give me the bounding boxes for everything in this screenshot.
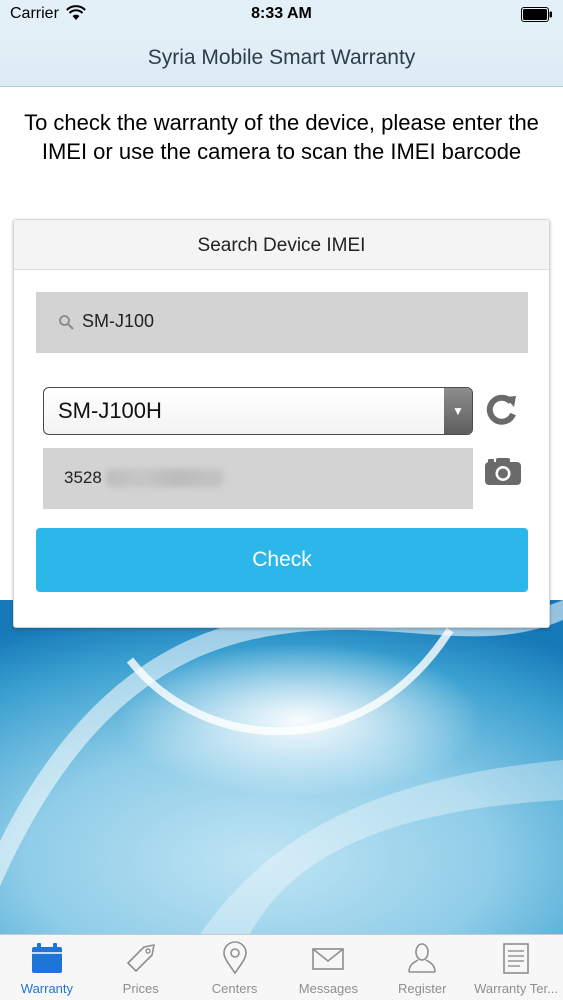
imei-input[interactable]: 3528 — [43, 448, 473, 509]
imei-blurred-digits — [106, 469, 224, 487]
tab-label: Warranty — [20, 981, 74, 996]
tab-register[interactable]: Register — [375, 935, 469, 1000]
price-tag-icon — [126, 944, 155, 972]
tab-prices[interactable]: Prices — [94, 935, 188, 1000]
tab-messages[interactable]: Messages — [281, 935, 375, 1000]
status-time: 8:33 AM — [251, 5, 312, 22]
model-select-value: SM-J100H — [58, 398, 162, 423]
user-icon — [408, 943, 437, 973]
status-bar: Carrier 8:33 AM — [0, 0, 563, 30]
swoosh-graphic — [0, 600, 563, 934]
model-select[interactable]: SM-J100H ▼ — [43, 387, 473, 435]
nav-title: Syria Mobile Smart Warranty — [147, 46, 416, 69]
location-pin-icon — [222, 941, 247, 975]
tab-warranty-terms[interactable]: Warranty Ter... — [469, 935, 563, 1000]
tab-label: Register — [398, 981, 447, 996]
tab-label: Messages — [298, 981, 359, 996]
search-card: Search Device IMEI SM-J100 SM-J100H ▼ 35… — [13, 219, 550, 628]
search-input[interactable]: SM-J100 — [36, 292, 528, 353]
calendar-icon — [31, 943, 62, 973]
search-icon — [59, 315, 74, 330]
envelope-icon — [312, 948, 345, 970]
check-button[interactable]: Check — [36, 528, 528, 592]
search-value: SM-J100 — [82, 311, 155, 331]
document-icon — [503, 943, 529, 974]
refresh-icon[interactable] — [481, 390, 521, 430]
tab-centers[interactable]: Centers — [188, 935, 282, 1000]
navigation-bar: Syria Mobile Smart Warranty — [0, 30, 563, 87]
background-swoosh — [0, 600, 563, 934]
tab-label: Warranty Ter... — [474, 981, 558, 996]
chevron-down-icon[interactable]: ▼ — [444, 388, 472, 434]
card-header: Search Device IMEI — [14, 220, 549, 270]
tab-label: Prices — [122, 981, 159, 996]
camera-icon[interactable] — [484, 456, 522, 486]
imei-value: 3528 — [64, 468, 102, 487]
instruction-text: To check the warranty of the device, ple… — [24, 110, 539, 164]
tab-bar: Warranty Prices Centers Messages Registe… — [0, 934, 563, 1000]
battery-icon — [521, 7, 552, 22]
tab-label: Centers — [211, 981, 258, 996]
tab-warranty[interactable]: Warranty — [0, 935, 94, 1000]
